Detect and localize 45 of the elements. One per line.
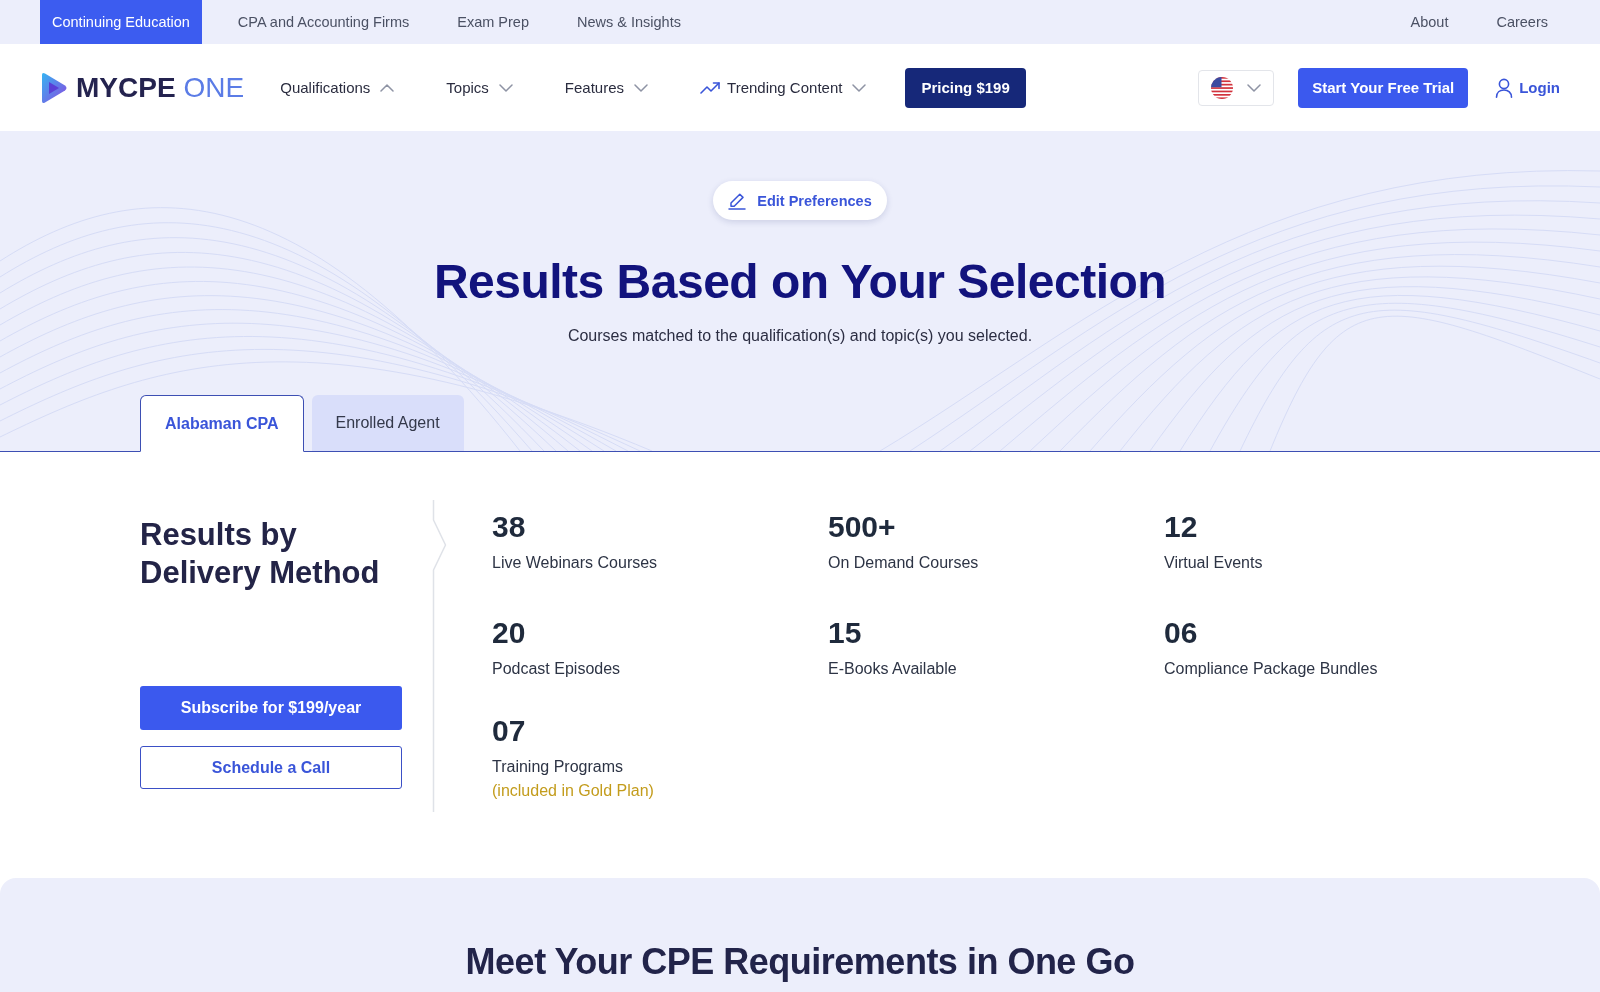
qualification-tab[interactable]: Alabaman CPA xyxy=(140,395,304,452)
chevron-down-icon xyxy=(1247,83,1262,92)
stat-number: 15 xyxy=(828,615,862,651)
edit-preferences-button[interactable]: Edit Preferences xyxy=(713,181,887,220)
flag-icon xyxy=(1211,76,1234,99)
stat-number: 06 xyxy=(1164,615,1198,651)
page-title: Results Based on Your Selection xyxy=(433,254,1167,310)
stat-label: Compliance Package Bundles xyxy=(1164,659,1378,679)
top-nav-link[interactable]: CPA and Accounting Firms xyxy=(225,0,422,44)
logo[interactable]: MYCPE ONE xyxy=(40,71,245,104)
qualification-tab[interactable]: Enrolled Agent xyxy=(311,395,464,451)
stat-label: Training Programs xyxy=(492,757,623,777)
stat-label: On Demand Courses xyxy=(828,553,979,573)
subscribe-button[interactable]: Subscribe for $199/year xyxy=(140,686,402,730)
top-nav-link[interactable]: Continuing Education xyxy=(40,0,202,44)
page-subtitle: Courses matched to the qualification(s) and topic(s) you selected. xyxy=(567,326,1033,346)
stat-label: Virtual Events xyxy=(1164,553,1263,573)
top-nav-link[interactable]: About xyxy=(1398,0,1461,44)
nav-menu-button[interactable]: Qualifications xyxy=(280,67,395,108)
nav-menu-button[interactable]: Topics xyxy=(446,67,513,108)
top-nav-link[interactable]: Exam Prep xyxy=(445,0,541,44)
region-select[interactable] xyxy=(1198,69,1275,106)
top-nav-link[interactable]: News & Insights xyxy=(565,0,693,44)
user-icon xyxy=(1495,77,1514,98)
stat-number: 12 xyxy=(1164,509,1198,545)
nav-menu-button[interactable]: Features xyxy=(564,67,649,108)
nav-menu-button[interactable]: Trending Content xyxy=(700,67,867,108)
section-heading: Results by Delivery Method xyxy=(140,516,381,592)
stat-label: Podcast Episodes xyxy=(492,659,621,679)
login-link[interactable]: Login xyxy=(1495,77,1560,98)
stat-number: 500+ xyxy=(828,509,896,545)
stat-label: E-Books Available xyxy=(828,659,957,679)
schedule-call-button[interactable]: Schedule a Call xyxy=(140,746,402,789)
free-trial-button[interactable]: Start Your Free Trial xyxy=(1298,67,1469,108)
pricing-button[interactable]: Pricing $199 xyxy=(905,67,1026,108)
stat-note: (included in Gold Plan) xyxy=(492,781,654,801)
stat-number: 20 xyxy=(492,615,526,651)
play-logo-icon xyxy=(40,71,68,104)
pencil-icon xyxy=(728,191,747,210)
stat-number: 38 xyxy=(492,509,526,545)
section-heading: Meet Your CPE Requirements in One Go xyxy=(465,940,1135,984)
top-nav-link[interactable]: Careers xyxy=(1484,0,1560,44)
trending-up-icon xyxy=(700,81,721,94)
stat-number: 07 xyxy=(492,713,526,749)
stat-label: Live Webinars Courses xyxy=(492,553,658,573)
